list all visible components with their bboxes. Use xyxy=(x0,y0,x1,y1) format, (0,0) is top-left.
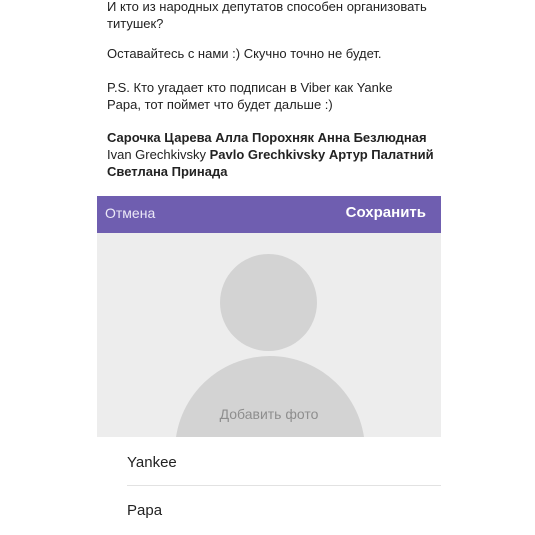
tagged-names-bold[interactable]: Сарочка Царева Алла Порохняк Анна Безлюд… xyxy=(107,130,427,145)
contact-edit-screen: Отмена Сохранить Добавить фото Yankee Pa… xyxy=(97,196,441,535)
header-bar: Отмена Сохранить xyxy=(97,196,441,233)
tagged-name-plain[interactable]: Ivan Grechkivsky xyxy=(107,147,206,162)
cancel-button[interactable]: Отмена xyxy=(105,205,155,221)
avatar-body xyxy=(175,356,365,437)
save-button[interactable]: Сохранить xyxy=(346,204,426,221)
avatar-head xyxy=(220,254,317,351)
post-paragraph: Оставайтесь с нами :) Скучно точно не бу… xyxy=(107,46,382,61)
first-name-field[interactable]: Yankee xyxy=(97,439,441,486)
add-photo-area[interactable]: Добавить фото xyxy=(97,233,441,437)
first-name-value: Yankee xyxy=(127,454,177,471)
post-paragraph: И кто из народных депутатов способен орг… xyxy=(107,0,427,31)
last-name-field[interactable]: Papa xyxy=(97,487,441,534)
last-name-value: Papa xyxy=(127,502,163,519)
post-paragraph: P.S. Кто угадает кто подписан в Viber ка… xyxy=(107,80,393,112)
divider xyxy=(127,485,441,486)
tagged-people: Сарочка Царева Алла Порохняк Анна Безлюд… xyxy=(107,129,442,180)
add-photo-label: Добавить фото xyxy=(219,406,319,422)
